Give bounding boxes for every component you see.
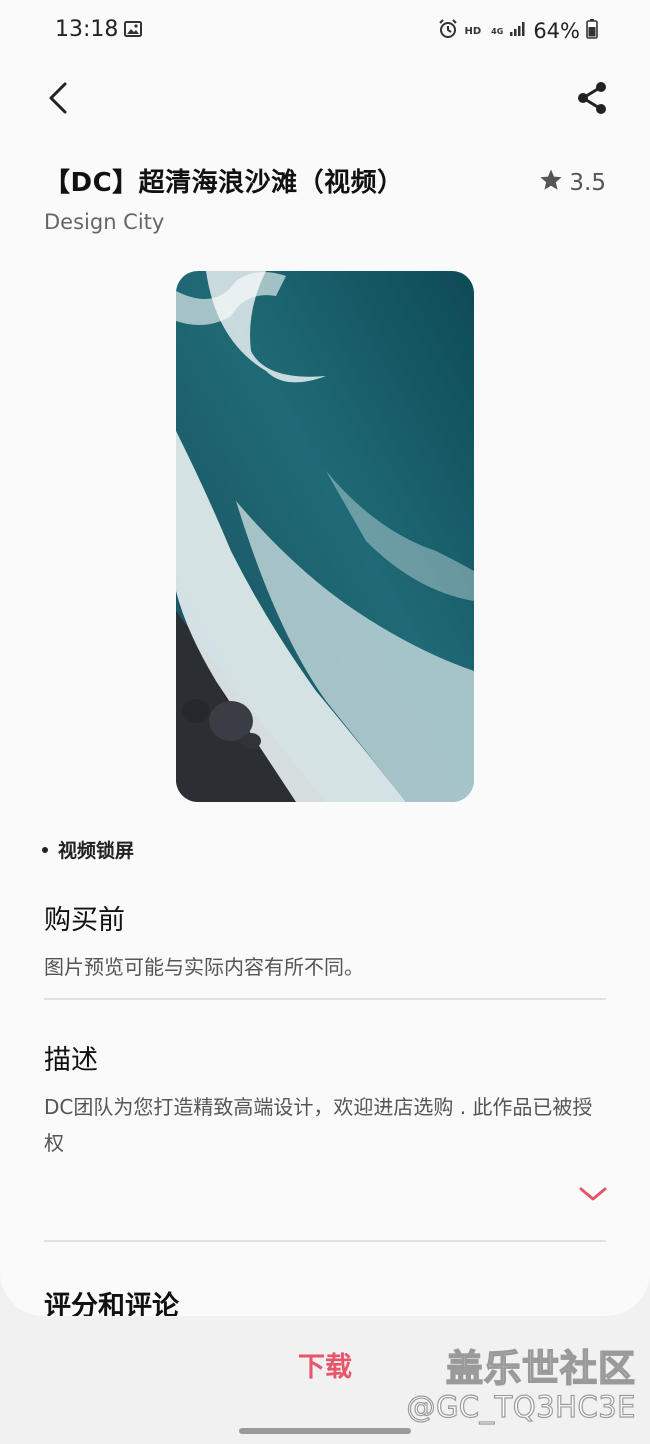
tag-item: 视频锁屏 [42,836,134,863]
description-heading: 描述 [44,1045,98,1076]
before-purchase-text: 图片预览可能与实际内容有所不同。 [44,955,364,979]
description-text: DC团队为您打造精致高端设计，欢迎进店选购 . 此作品已被授权 [44,1095,593,1155]
network-indicator: 4G [491,26,504,36]
before-purchase-heading: 购买前 [44,905,125,936]
divider [44,998,606,1000]
divider [44,1240,606,1242]
watermark-handle: @GC_TQ3HC3E [406,1389,636,1424]
product-title: 【DC】超清海浪沙滩（视频） [44,168,404,198]
content-card: 13:18 HD 4G 64% 【DC】超清海浪沙滩（视频） 3.5 Desig… [0,0,650,1316]
expand-description-button[interactable] [578,1182,608,1210]
status-time: 13:18 [55,17,119,42]
top-app-bar [0,62,650,142]
rating: 3.5 [539,168,606,198]
bullet-icon [42,846,48,853]
back-arrow-icon [46,81,70,119]
battery-icon [586,19,598,43]
image-icon [124,21,142,37]
signal-icon [509,21,527,41]
chevron-down-icon [579,1186,607,1206]
download-button[interactable]: 下载 [270,1346,380,1390]
share-button[interactable] [572,80,612,120]
back-button[interactable] [38,80,78,120]
rating-value: 3.5 [569,170,606,196]
watermark-text: 盖乐世社区 [445,1346,636,1391]
wallpaper-preview-image[interactable] [176,271,474,802]
tag-label: 视频锁屏 [58,840,135,862]
status-icons: HD 4G 64% [437,17,599,45]
hd-indicator: HD [464,25,482,37]
alarm-icon [437,18,459,44]
home-indicator[interactable] [239,1428,411,1434]
battery-percent: 64% [533,19,580,43]
share-icon [576,81,608,119]
status-bar: 13:18 HD 4G 64% [0,0,650,62]
star-icon [539,168,563,198]
ratings-heading: 评分和评论 [44,1291,179,1316]
author-name[interactable]: Design City [44,210,164,234]
